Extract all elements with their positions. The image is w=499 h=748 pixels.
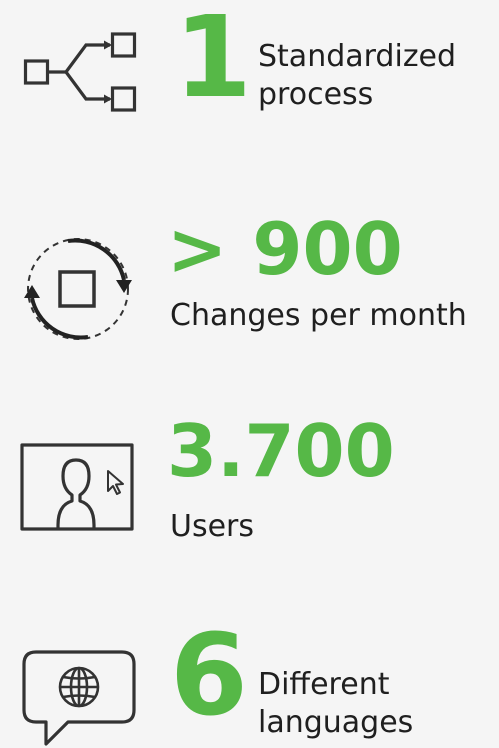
stat-users: 3.700 Users — [0, 405, 499, 565]
stat-value: > 900 — [167, 207, 403, 291]
process-flow-icon — [23, 31, 139, 113]
stat-label-line: process — [258, 77, 374, 112]
stat-label-line: Changes per month — [170, 298, 467, 333]
stat-standardized-process: 1 Standardized process — [0, 0, 499, 150]
stat-label: Standardized process — [258, 38, 456, 114]
stat-value: 3.700 — [167, 409, 395, 493]
globe-chat-icon — [22, 650, 138, 746]
stat-different-languages: 6 Different languages — [0, 612, 499, 748]
stat-label-line: languages — [258, 705, 414, 740]
stat-label-line: Different — [258, 667, 390, 702]
change-cycle-icon — [20, 225, 140, 345]
stat-label-line: Users — [170, 509, 255, 544]
stat-label-line: Standardized — [258, 39, 457, 74]
stat-label: Users — [170, 508, 254, 546]
user-screen-icon — [20, 443, 138, 538]
stat-value: 6 — [170, 611, 248, 741]
stat-value: 1 — [174, 0, 252, 123]
stat-label: Different languages — [258, 666, 413, 742]
stat-changes-per-month: > 900 Changes per month — [0, 195, 499, 355]
stat-label: Changes per month — [170, 297, 467, 335]
